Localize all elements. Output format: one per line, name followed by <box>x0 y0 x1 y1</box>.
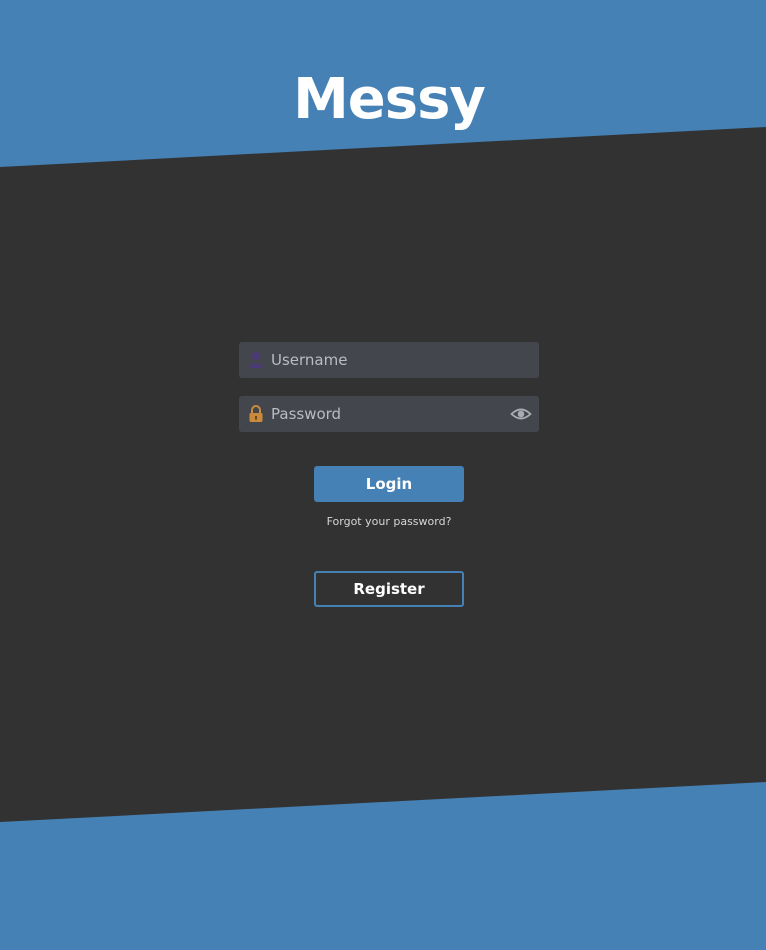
forgot-password-link[interactable]: Forgot your password? <box>239 515 539 528</box>
login-page: Messy Login Forgot your password? <box>0 0 766 950</box>
password-input[interactable] <box>271 396 507 432</box>
lock-icon <box>248 405 264 423</box>
username-input[interactable] <box>271 342 507 378</box>
username-field[interactable] <box>239 342 539 378</box>
user-icon <box>248 351 264 369</box>
app-title: Messy <box>293 67 486 132</box>
register-button[interactable]: Register <box>314 571 464 607</box>
login-button[interactable]: Login <box>314 466 464 502</box>
eye-icon[interactable] <box>510 404 532 424</box>
password-field[interactable] <box>239 396 539 432</box>
